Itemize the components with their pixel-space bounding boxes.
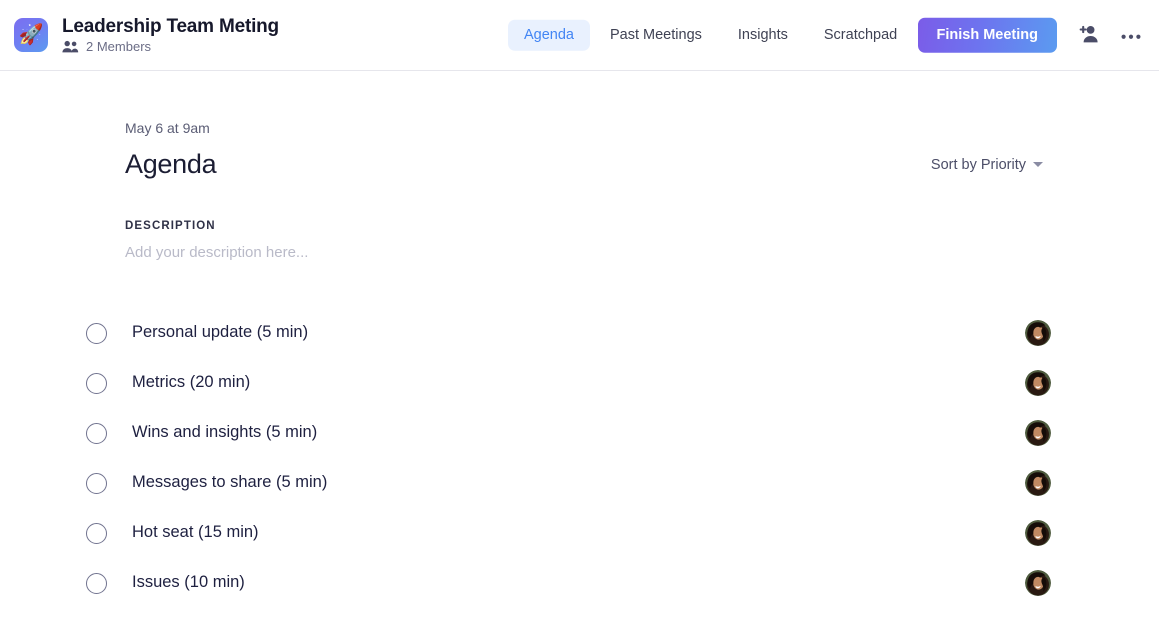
- avatar[interactable]: [1025, 320, 1051, 346]
- members-count-label: 2 Members: [86, 39, 152, 55]
- agenda-item-checkbox[interactable]: [86, 322, 107, 344]
- agenda-panel: May 6 at 9am Agenda Sort by Priority DES…: [0, 71, 1159, 608]
- brand-block: 🚀 Leadership Team Meting 2 Members: [14, 16, 279, 55]
- avatar[interactable]: [1025, 470, 1051, 496]
- agenda-item-checkbox[interactable]: [86, 422, 107, 444]
- page-title: Leadership Team Meting: [62, 15, 279, 37]
- add-person-button[interactable]: [1075, 22, 1101, 49]
- finish-meeting-button[interactable]: Finish Meeting: [917, 17, 1057, 53]
- agenda-list-item: Hot seat (15 min): [86, 508, 1051, 558]
- ellipsis-icon: [1121, 28, 1141, 43]
- app-header: 🚀 Leadership Team Meting 2 Members Agend…: [0, 0, 1159, 71]
- agenda-list-item: Metrics (20 min): [86, 358, 1051, 408]
- header-actions: Finish Meeting: [917, 17, 1144, 53]
- agenda-list-item: Messages to share (5 min): [86, 458, 1051, 508]
- agenda-item-label[interactable]: Hot seat (15 min): [132, 523, 259, 543]
- add-person-icon: [1077, 24, 1099, 47]
- tab-insights[interactable]: Insights: [722, 20, 804, 51]
- agenda-heading: Agenda: [125, 149, 217, 179]
- rocket-icon: 🚀: [14, 18, 48, 52]
- agenda-item-label[interactable]: Messages to share (5 min): [132, 473, 327, 493]
- agenda-item-list: Personal update (5 min) Metrics (20 min)…: [86, 308, 1051, 608]
- members-line[interactable]: 2 Members: [62, 39, 279, 54]
- tab-past-meetings[interactable]: Past Meetings: [594, 20, 718, 51]
- description-label: DESCRIPTION: [125, 220, 216, 232]
- main-content: May 6 at 9am Agenda Sort by Priority DES…: [0, 71, 1159, 608]
- agenda-header-row: Agenda Sort by Priority: [125, 149, 1049, 180]
- sort-label: Sort by Priority: [930, 156, 1026, 173]
- brand-text: Leadership Team Meting 2 Members: [62, 16, 279, 55]
- agenda-item-label[interactable]: Wins and insights (5 min): [132, 423, 317, 443]
- agenda-list-item: Personal update (5 min): [86, 308, 1051, 358]
- agenda-item-checkbox[interactable]: [86, 472, 107, 494]
- avatar[interactable]: [1025, 520, 1051, 546]
- agenda-item-label[interactable]: Issues (10 min): [132, 573, 245, 593]
- main-nav-tabs: Agenda Past Meetings Insights Scratchpad: [508, 19, 913, 51]
- agenda-item-label[interactable]: Personal update (5 min): [132, 323, 308, 343]
- tab-scratchpad[interactable]: Scratchpad: [808, 20, 913, 51]
- description-input[interactable]: Add your description here...: [125, 244, 1049, 261]
- agenda-item-label[interactable]: Metrics (20 min): [132, 373, 250, 393]
- agenda-item-checkbox[interactable]: [86, 372, 107, 394]
- people-icon: [62, 40, 79, 53]
- agenda-list-item: Wins and insights (5 min): [86, 408, 1051, 458]
- avatar[interactable]: [1025, 570, 1051, 596]
- agenda-list-item: Issues (10 min): [86, 558, 1051, 608]
- more-options-button[interactable]: [1119, 26, 1143, 45]
- agenda-item-checkbox[interactable]: [86, 572, 107, 594]
- sort-by-priority-dropdown[interactable]: Sort by Priority: [925, 156, 1049, 174]
- chevron-down-icon: [1033, 162, 1043, 167]
- meeting-date: May 6 at 9am: [125, 120, 210, 136]
- tab-agenda[interactable]: Agenda: [508, 19, 590, 51]
- rocket-glyph: 🚀: [18, 24, 44, 46]
- agenda-item-checkbox[interactable]: [86, 522, 107, 544]
- avatar[interactable]: [1025, 370, 1051, 396]
- avatar[interactable]: [1025, 420, 1051, 446]
